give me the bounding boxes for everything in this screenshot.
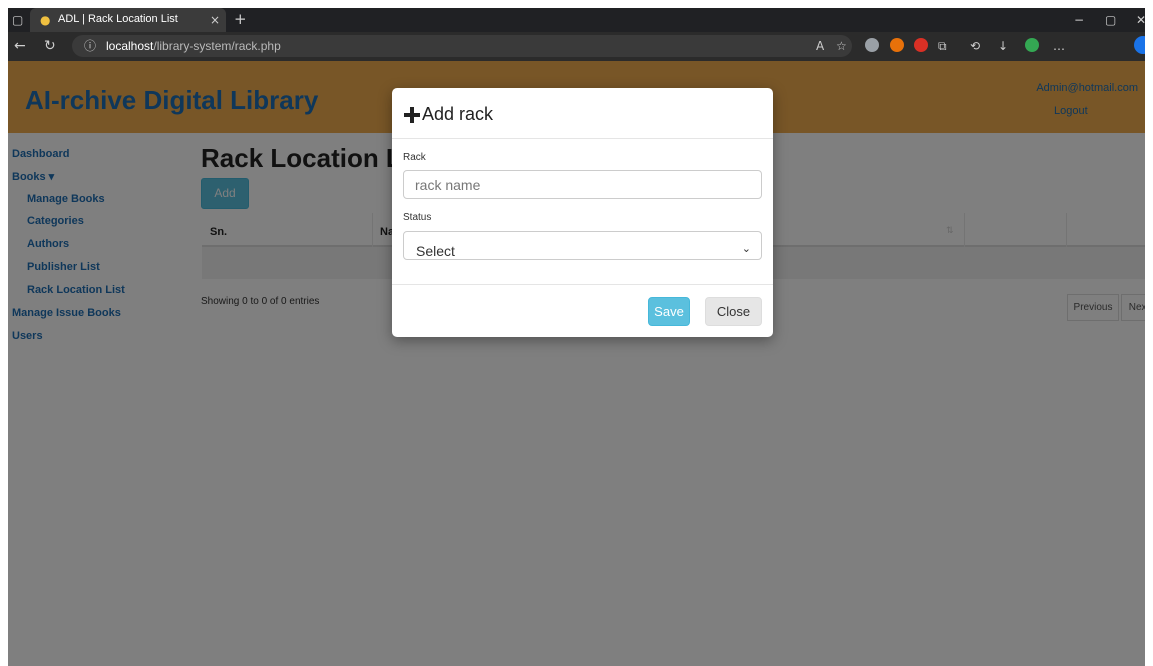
extension-icon[interactable] xyxy=(865,38,879,52)
modal-title: Add rack xyxy=(422,104,494,124)
downloads-icon[interactable]: ↓ xyxy=(998,38,1008,54)
new-tab-icon[interactable]: + xyxy=(234,11,247,27)
add-rack-modal: Add rack Rack Status Select ⌄ Save Close xyxy=(392,88,773,337)
extension-icon[interactable] xyxy=(914,38,928,52)
profile-extension-icon[interactable] xyxy=(1025,38,1039,52)
url-text: localhost/library-system/rack.php xyxy=(106,39,281,53)
refresh-icon[interactable]: ↻ xyxy=(44,38,56,54)
close-button[interactable]: Close xyxy=(705,297,762,326)
extensions-puzzle-icon[interactable]: ⧉ xyxy=(938,38,947,54)
tab-title: ADL | Rack Location List xyxy=(58,13,178,25)
status-selected-value: Select xyxy=(416,243,455,259)
site-info-icon[interactable]: ⓘ xyxy=(84,38,96,54)
screen-border-right xyxy=(1145,0,1153,666)
favorite-star-icon[interactable]: ☆ xyxy=(836,38,847,54)
status-select[interactable]: Select ⌄ xyxy=(403,231,762,260)
rack-name-input[interactable] xyxy=(403,170,762,199)
tab-bar: ▢ ● ADL | Rack Location List × + − ▢ ✕ xyxy=(8,8,1146,32)
more-menu-icon[interactable]: … xyxy=(1053,38,1065,54)
modal-footer-divider xyxy=(392,284,773,285)
modal-header-divider xyxy=(392,138,773,139)
screen-border-left xyxy=(0,0,8,666)
extension-icon[interactable] xyxy=(890,38,904,52)
history-icon[interactable]: ⟲ xyxy=(970,38,980,54)
status-label: Status xyxy=(403,212,432,223)
plus-icon xyxy=(404,107,420,123)
sidebar-toggle-icon[interactable]: ▢ xyxy=(12,12,23,28)
maximize-icon[interactable]: ▢ xyxy=(1105,12,1116,28)
read-aloud-icon[interactable]: A xyxy=(816,38,824,54)
browser-window: ▢ ● ADL | Rack Location List × + − ▢ ✕ ←… xyxy=(0,0,1153,666)
address-toolbar: ← ↻ ⓘ localhost/library-system/rack.php … xyxy=(8,32,1152,61)
tab-rack-location-list[interactable]: ● ADL | Rack Location List × xyxy=(30,8,226,32)
minimize-icon[interactable]: − xyxy=(1074,12,1084,28)
tab-close-icon[interactable]: × xyxy=(210,12,220,28)
favicon-icon: ● xyxy=(40,13,51,27)
back-icon[interactable]: ← xyxy=(14,38,26,54)
chevron-down-icon: ⌄ xyxy=(741,243,751,255)
rack-label: Rack xyxy=(403,152,426,163)
save-button[interactable]: Save xyxy=(648,297,690,326)
address-bar[interactable]: ⓘ localhost/library-system/rack.php xyxy=(72,35,852,57)
